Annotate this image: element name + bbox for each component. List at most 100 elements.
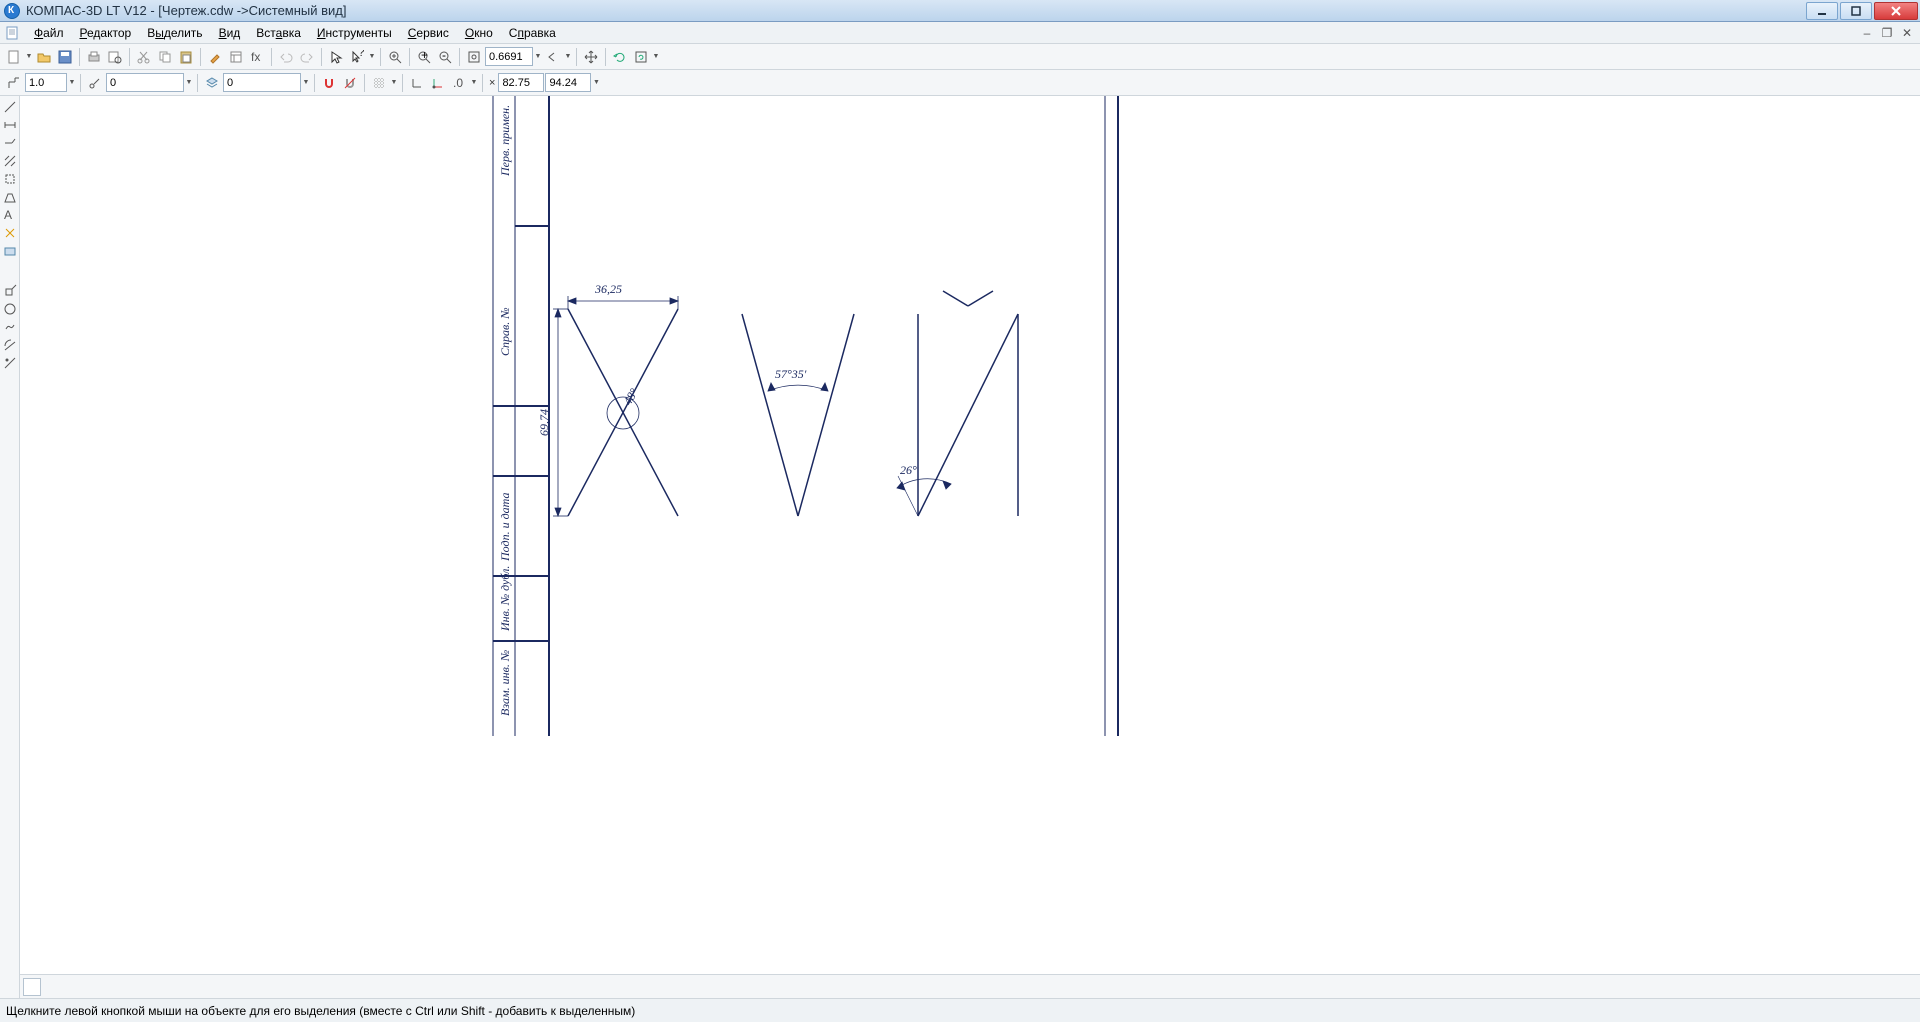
undo-button[interactable]: [276, 47, 296, 67]
panel-tab[interactable]: [23, 978, 41, 996]
doc-icon[interactable]: [2, 24, 22, 42]
zoom-fit-button[interactable]: [464, 47, 484, 67]
step-input[interactable]: [25, 73, 67, 92]
step-button[interactable]: [4, 73, 24, 93]
mdi-close-button[interactable]: ✕: [1900, 26, 1914, 40]
dim-angle2: 57°35': [775, 367, 807, 381]
mdi-minimize-button[interactable]: –: [1860, 26, 1874, 40]
frame-label-1: Справ. №: [498, 307, 512, 356]
preview-button[interactable]: [105, 47, 125, 67]
state1-input[interactable]: [106, 73, 184, 92]
drawing-canvas[interactable]: Перв. примен. Справ. № Подп. и дата Инв.…: [20, 96, 1920, 974]
tool-circle-icon[interactable]: [2, 319, 18, 335]
step-dropdown[interactable]: ▼: [68, 79, 76, 86]
menu-editor[interactable]: Редактор: [72, 24, 140, 42]
grid-dropdown[interactable]: ▼: [390, 79, 398, 86]
copy-button[interactable]: [155, 47, 175, 67]
tool-lib-icon[interactable]: [2, 243, 18, 259]
zoom-prev-dropdown[interactable]: ▼: [564, 53, 572, 60]
close-button[interactable]: [1874, 2, 1918, 20]
menu-insert[interactable]: Вставка: [248, 24, 309, 42]
minimize-button[interactable]: [1806, 2, 1838, 20]
round-button[interactable]: .0: [449, 73, 469, 93]
coord-y-input[interactable]: [545, 73, 591, 92]
tool-spec-icon[interactable]: [2, 225, 18, 241]
dim-horizontal: 36,25: [594, 282, 622, 296]
ortho-button[interactable]: [407, 73, 427, 93]
menu-view[interactable]: Вид: [211, 24, 249, 42]
zoom-in-button[interactable]: +: [414, 47, 434, 67]
open-button[interactable]: [34, 47, 54, 67]
zoom-dropdown[interactable]: ▼: [534, 53, 542, 60]
tool-hatch-icon[interactable]: [2, 153, 18, 169]
maximize-button[interactable]: [1840, 2, 1872, 20]
rebuild-button[interactable]: [631, 47, 651, 67]
tool-edit-icon[interactable]: [2, 171, 18, 187]
state1-dropdown[interactable]: ▼: [185, 79, 193, 86]
new-button[interactable]: [4, 47, 24, 67]
coord-end-dropdown[interactable]: ▼: [592, 79, 600, 86]
frame-label-4: Взам. инв. №: [498, 650, 512, 716]
menubar: Файл Редактор Выделить Вид Вставка Инстр…: [0, 22, 1920, 44]
properties-button[interactable]: [226, 47, 246, 67]
menu-help[interactable]: Справка: [501, 24, 564, 42]
state2-dropdown[interactable]: ▼: [302, 79, 310, 86]
cursor-button[interactable]: [326, 47, 346, 67]
tool-measure-icon[interactable]: A: [2, 207, 18, 223]
refresh-button[interactable]: [610, 47, 630, 67]
svg-text:fx: fx: [251, 50, 260, 64]
frame-label-3: Инв. № дубл.: [498, 566, 512, 632]
save-button[interactable]: [55, 47, 75, 67]
tool-point-icon[interactable]: [2, 283, 18, 299]
coord-x-input[interactable]: [498, 73, 544, 92]
tool-line-icon[interactable]: [2, 301, 18, 317]
snap-off-button[interactable]: [340, 73, 360, 93]
menu-window[interactable]: Окно: [457, 24, 501, 42]
toolbar-main: ▼ fx ? ▼ + - ▼ ▼ ▼: [0, 44, 1920, 70]
dim-vertical: 69,74: [537, 409, 551, 436]
menu-tools[interactable]: Инструменты: [309, 24, 400, 42]
tool-dimension-icon[interactable]: [2, 117, 18, 133]
app-icon: [4, 3, 20, 19]
titlebar: КОМПАС-3D LT V12 - [Чертеж.cdw ->Системн…: [0, 0, 1920, 22]
zoom-area-button[interactable]: [385, 47, 405, 67]
menu-service[interactable]: Сервис: [400, 24, 457, 42]
tool-geometry-icon[interactable]: [2, 99, 18, 115]
zoom-input[interactable]: [485, 47, 533, 66]
window-title: КОМПАС-3D LT V12 - [Чертеж.cdw ->Системн…: [26, 3, 347, 18]
toolbar-end-dropdown[interactable]: ▼: [652, 53, 660, 60]
new-dropdown[interactable]: ▼: [25, 53, 33, 60]
statusbar: Щелкните левой кнопкой мыши на объекте д…: [0, 998, 1920, 1022]
compact-panel: A: [0, 96, 20, 998]
tool-annotation-icon[interactable]: [2, 135, 18, 151]
bottom-panel: [20, 974, 1920, 998]
status-text: Щелкните левой кнопкой мыши на объекте д…: [6, 1004, 635, 1018]
svg-text:-: -: [442, 50, 446, 62]
snap-toggle-button[interactable]: [319, 73, 339, 93]
paste-button[interactable]: [176, 47, 196, 67]
local-cs-button[interactable]: [428, 73, 448, 93]
tool-param-icon[interactable]: [2, 189, 18, 205]
grid-button[interactable]: [369, 73, 389, 93]
menu-select[interactable]: Выделить: [139, 24, 210, 42]
mdi-restore-button[interactable]: ❐: [1880, 26, 1894, 40]
menu-file[interactable]: Файл: [26, 24, 72, 42]
brush-button[interactable]: [205, 47, 225, 67]
zoom-prev-button[interactable]: [543, 47, 563, 67]
zoom-out-button[interactable]: -: [435, 47, 455, 67]
variables-button[interactable]: fx: [247, 47, 267, 67]
frame-label-0: Перв. примен.: [498, 105, 512, 177]
tool-arc-icon[interactable]: [2, 337, 18, 353]
state-end-dropdown[interactable]: ▼: [470, 79, 478, 86]
state2-input[interactable]: [223, 73, 301, 92]
print-button[interactable]: [84, 47, 104, 67]
layer-button[interactable]: [202, 73, 222, 93]
state-button[interactable]: [85, 73, 105, 93]
tool-misc-icon[interactable]: [2, 355, 18, 371]
coord-x-label: ×: [487, 77, 497, 89]
redo-button[interactable]: [297, 47, 317, 67]
cut-button[interactable]: [134, 47, 154, 67]
pan-button[interactable]: [581, 47, 601, 67]
help-cursor-button[interactable]: ?: [347, 47, 367, 67]
cursor-dropdown[interactable]: ▼: [368, 53, 376, 60]
